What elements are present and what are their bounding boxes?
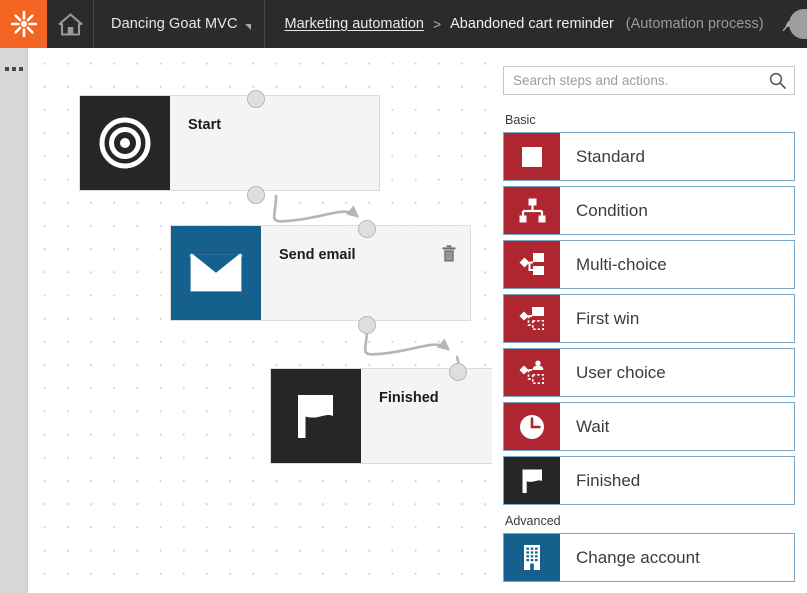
step-item-change-account[interactable]: Change account (503, 533, 795, 582)
target-bullseye-icon (80, 96, 170, 190)
port-start-bottom[interactable] (247, 186, 265, 204)
top-bar: Dancing Goat MVC Marketing automation > … (0, 0, 807, 48)
trash-icon[interactable] (442, 245, 456, 267)
kentico-asterisk-logo[interactable] (0, 0, 47, 48)
search-box[interactable] (503, 66, 795, 95)
left-rail (0, 48, 28, 593)
step-label-standard: Standard (576, 146, 645, 166)
building-icon-glyph (524, 545, 540, 570)
first-win-icon (504, 295, 560, 342)
user-choice-icon-glyph (519, 360, 545, 385)
workflow-node-send-email-body: Send email (261, 226, 470, 320)
site-name: Dancing Goat MVC (111, 16, 238, 32)
breadcrumb-separator: > (432, 16, 442, 32)
breadcrumb-current: Abandoned cart reminder (450, 16, 614, 32)
envelope-icon (171, 226, 261, 320)
breadcrumb-link-marketing-automation[interactable]: Marketing automation (285, 16, 424, 32)
target-bullseye-icon-glyph (99, 117, 151, 169)
port-send-email-top[interactable] (358, 220, 376, 238)
trash-icon-glyph (442, 245, 456, 262)
step-label-first-win: First win (576, 308, 640, 328)
step-label-wait: Wait (576, 416, 610, 436)
workflow-node-send-email[interactable]: Send email (170, 225, 471, 321)
ellipsis-dot (19, 67, 23, 71)
step-item-wait[interactable]: Wait (503, 402, 795, 451)
step-label-condition: Condition (576, 200, 648, 220)
flag-icon (504, 457, 560, 504)
clock-icon-glyph (520, 414, 544, 439)
connector-start-to-send-email (272, 194, 360, 223)
user-choice-icon (504, 349, 560, 396)
workflow-node-send-email-title: Send email (279, 247, 356, 263)
breadcrumb-type: (Automation process) (625, 16, 764, 32)
workflow-node-finished-body: Finished (361, 369, 492, 463)
search-icon[interactable] (769, 72, 786, 94)
ellipsis-menu-icon[interactable] (5, 67, 23, 71)
step-item-finished[interactable]: Finished (503, 456, 795, 505)
kentico-asterisk-logo-glyph (10, 10, 37, 38)
hierarchy-icon-glyph (519, 198, 545, 223)
workflow-node-start[interactable]: Start (79, 95, 380, 191)
step-item-standard[interactable]: Standard (503, 132, 795, 181)
step-label-change-account: Change account (576, 547, 700, 567)
clock-icon (504, 403, 560, 450)
square-icon (504, 133, 560, 180)
ellipsis-dot (12, 67, 16, 71)
home-button[interactable] (47, 0, 94, 48)
workflow-canvas[interactable]: Start Send email Finished (29, 48, 492, 593)
first-win-icon-glyph (519, 307, 545, 331)
search-input[interactable] (504, 67, 794, 94)
workflow-node-start-title: Start (188, 117, 222, 133)
breadcrumb: Marketing automation > Abandoned cart re… (265, 0, 807, 48)
group-label-basic: Basic (505, 113, 536, 127)
workflow-node-finished[interactable]: Finished (270, 368, 492, 464)
site-selector[interactable]: Dancing Goat MVC (94, 0, 265, 48)
step-label-user-choice: User choice (576, 362, 666, 382)
step-item-condition[interactable]: Condition (503, 186, 795, 235)
step-item-user-choice[interactable]: User choice (503, 348, 795, 397)
flag-icon-glyph (522, 469, 542, 493)
caret-down-icon (244, 24, 251, 30)
flag-icon-glyph (298, 395, 333, 438)
square-icon-glyph (522, 146, 542, 167)
port-start-top[interactable] (247, 90, 265, 108)
multi-choice-icon (504, 241, 560, 288)
building-icon (504, 534, 560, 581)
step-label-finished: Finished (576, 470, 641, 490)
connector-send-email-to-finished (363, 327, 451, 356)
steps-panel: Basic Standard Condition (492, 48, 807, 593)
group-label-advanced: Advanced (505, 514, 561, 528)
step-item-multi-choice[interactable]: Multi-choice (503, 240, 795, 289)
port-finished-top[interactable] (449, 363, 467, 381)
port-send-email-bottom[interactable] (358, 316, 376, 334)
envelope-icon-glyph (189, 253, 243, 292)
step-item-first-win[interactable]: First win (503, 294, 795, 343)
hierarchy-icon (504, 187, 560, 234)
workflow-node-start-body: Start (170, 96, 379, 190)
flag-icon (271, 369, 361, 463)
search-icon-glyph (769, 72, 786, 89)
multi-choice-icon-glyph (519, 253, 544, 275)
step-label-multi-choice: Multi-choice (576, 254, 667, 274)
ellipsis-dot (5, 67, 9, 71)
workflow-node-finished-title: Finished (379, 390, 439, 406)
home-icon (57, 12, 83, 36)
